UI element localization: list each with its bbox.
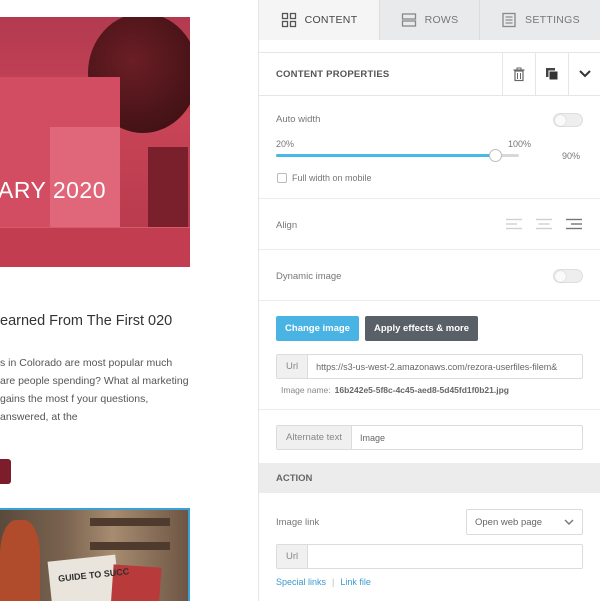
- hero-ground-shape: [0, 227, 190, 267]
- auto-width-label: Auto width: [276, 114, 321, 125]
- tab-settings-label: SETTINGS: [525, 14, 580, 26]
- align-options: [505, 218, 583, 230]
- photo-shelf-shape: [90, 518, 170, 526]
- delete-block-button[interactable]: [502, 52, 535, 96]
- full-width-mobile-checkbox[interactable]: [277, 173, 287, 183]
- link-url-field[interactable]: Url: [276, 544, 583, 569]
- full-width-mobile-label: Full width on mobile: [292, 173, 372, 183]
- settings-doc-icon: [502, 12, 516, 28]
- divider: [259, 409, 600, 410]
- duplicate-block-button[interactable]: [535, 52, 568, 96]
- change-image-button[interactable]: Change image: [276, 316, 359, 341]
- alt-text-input[interactable]: Image: [352, 426, 582, 449]
- align-label: Align: [276, 220, 298, 231]
- hero-text: ARY 2020: [0, 177, 107, 203]
- special-links-link[interactable]: Special links: [276, 577, 326, 587]
- alt-text-prefix: Alternate text: [277, 426, 352, 449]
- selected-image-block[interactable]: GUIDE TO SUCC: [0, 508, 190, 601]
- photo-person-shape: [0, 520, 40, 601]
- image-name-label: Image name:: [281, 385, 331, 395]
- email-canvas: ARY 2020 earned From The First 020 s in …: [0, 0, 258, 601]
- width-slider-fill: [276, 154, 495, 157]
- image-name-value: 16b242e5-5f8c-4c45-aed8-5d45fd1f0b21.jpg: [334, 385, 509, 395]
- hero-door-shape: [148, 147, 188, 237]
- trash-icon: [513, 67, 525, 81]
- post-title: earned From The First 020: [0, 313, 173, 329]
- photo-shelf-shape-2: [90, 542, 170, 550]
- duplicate-icon: [546, 68, 559, 81]
- link-type-value: Open web page: [475, 516, 543, 528]
- apply-effects-button[interactable]: Apply effects & more: [365, 316, 478, 341]
- link-separator: |: [332, 577, 335, 587]
- link-helpers: Special links | Link file: [276, 577, 371, 587]
- slider-value-label: 90%: [562, 151, 581, 161]
- panel-tabs: CONTENT ROWS SETTINGS: [259, 0, 600, 40]
- image-link-label: Image link: [276, 517, 320, 528]
- rows-icon: [401, 13, 416, 27]
- grid-icon: [281, 12, 296, 28]
- collapse-chevron-icon: [579, 70, 591, 78]
- align-row: Align: [259, 199, 600, 250]
- collapse-button[interactable]: [568, 52, 600, 96]
- dynamic-image-row: Dynamic image: [259, 250, 600, 301]
- dynamic-image-toggle[interactable]: [553, 269, 583, 283]
- properties-panel: CONTENT ROWS SETTINGS CONTENT PROPERTIES: [258, 0, 600, 601]
- align-center-icon[interactable]: [535, 218, 553, 230]
- chevron-down-icon: [564, 519, 574, 525]
- align-right-icon[interactable]: [565, 218, 583, 230]
- action-header: ACTION: [259, 463, 600, 493]
- image-name: Image name: 16b242e5-5f8c-4c45-aed8-5d45f…: [281, 385, 509, 395]
- read-more-button[interactable]: [0, 459, 11, 484]
- alt-text-field[interactable]: Alternate text Image: [276, 425, 583, 450]
- link-url-prefix: Url: [277, 545, 309, 568]
- align-left-icon[interactable]: [505, 218, 523, 230]
- image-url-prefix: Url: [277, 355, 309, 378]
- width-slider-handle[interactable]: [489, 149, 502, 162]
- slider-min-label: 20%: [276, 139, 295, 149]
- tab-settings[interactable]: SETTINGS: [480, 0, 600, 40]
- link-type-select[interactable]: Open web page: [466, 509, 583, 535]
- action-title: ACTION: [276, 472, 313, 484]
- width-slider[interactable]: [276, 149, 519, 162]
- tab-content[interactable]: CONTENT: [259, 0, 380, 40]
- link-url-input[interactable]: [308, 545, 582, 568]
- auto-width-toggle[interactable]: [553, 113, 583, 127]
- tab-rows[interactable]: ROWS: [380, 0, 480, 40]
- post-body: s in Colorado are most popular much are …: [0, 357, 189, 423]
- tab-content-label: CONTENT: [304, 14, 358, 26]
- slider-max-label: 100%: [508, 139, 532, 149]
- image-url-input[interactable]: https://s3-us-west-2.amazonaws.com/rezor…: [308, 355, 582, 378]
- content-properties-title: CONTENT PROPERTIES: [276, 68, 390, 80]
- image-url-field[interactable]: Url https://s3-us-west-2.amazonaws.com/r…: [276, 354, 583, 379]
- link-file-link[interactable]: Link file: [340, 577, 371, 587]
- content-properties-header: CONTENT PROPERTIES: [259, 52, 600, 96]
- dynamic-image-label: Dynamic image: [276, 271, 342, 282]
- hero-image[interactable]: ARY 2020: [0, 17, 190, 267]
- tab-rows-label: ROWS: [424, 14, 459, 26]
- auto-width-row: Auto width 20% 100% 90% Full width on mo…: [259, 96, 600, 199]
